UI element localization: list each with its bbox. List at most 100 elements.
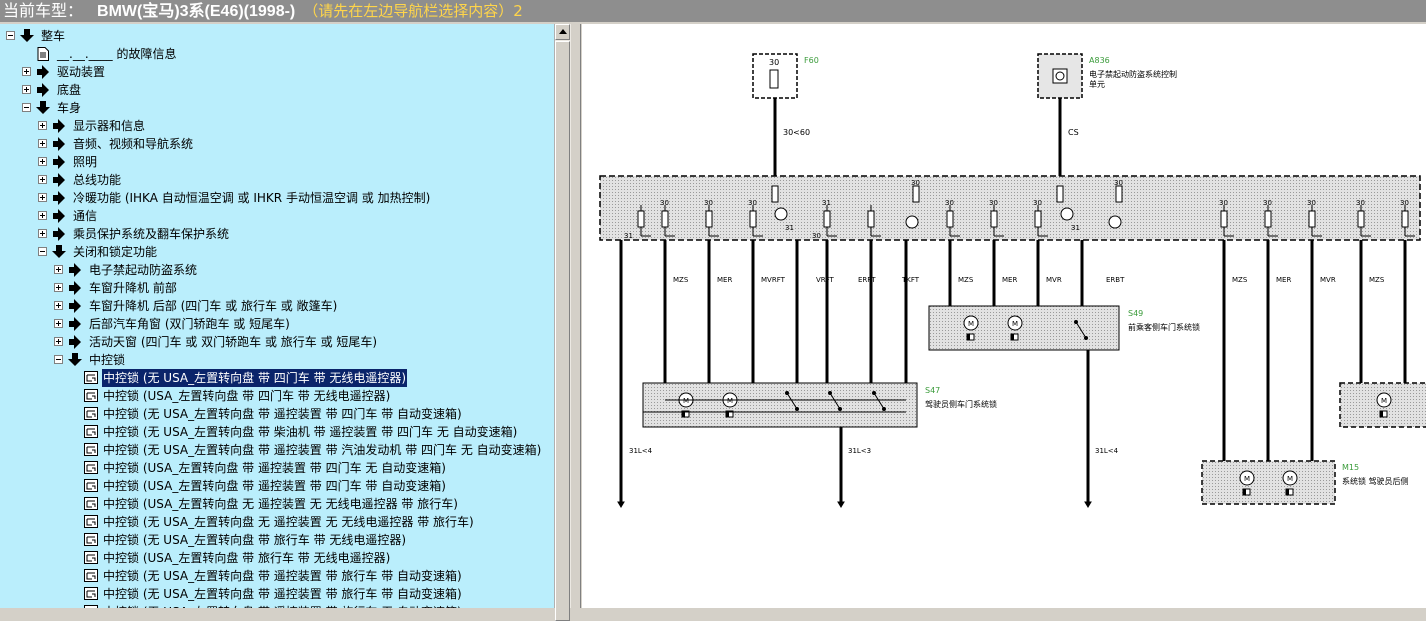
tree-node-label[interactable]: 显示器和信息 (72, 117, 146, 135)
tree-node[interactable]: 总线功能 (0, 171, 554, 189)
wiring-diagram-view[interactable]: 30 F60 A836 电子禁起动防盗系统控制 单元 30<60 CS 31 30… (582, 24, 1426, 608)
expand-icon[interactable] (38, 193, 47, 202)
expand-icon[interactable] (38, 139, 47, 148)
navigation-tree[interactable]: 整车 __.__.____ 的故障信息 驱动装置 底盘 车身 显示器和信息 音频、视频和导航… (0, 24, 554, 608)
collapse-icon[interactable] (54, 355, 63, 364)
expand-icon[interactable] (54, 301, 63, 310)
tree-node-label[interactable]: 中控锁 (无 USA_左置转向盘 带 遥控装置 带 汽油发动机 带 四门车 无 … (102, 441, 542, 459)
tree-node-label[interactable]: __.__.____ 的故障信息 (56, 45, 177, 63)
expand-icon[interactable] (22, 85, 31, 94)
tree-node-label[interactable]: 中控锁 (无 USA_左置转向盘 带 旅行车 带 无线电遥控器) (102, 531, 407, 549)
tree-node[interactable]: 中控锁 (USA_左置转向盘 带 旅行车 带 无线电遥控器) (0, 549, 554, 567)
tree-node-label[interactable]: 中控锁 (88, 351, 126, 369)
tree-node[interactable]: 中控锁 (USA_左置转向盘 无 遥控装置 无 无线电遥控器 带 旅行车) (0, 495, 554, 513)
tree-node[interactable]: 中控锁 (无 USA_左置转向盘 带 遥控装置 带 旅行车 无 自动变速箱) (0, 603, 554, 608)
tree-node[interactable]: 乘员保护系统及翻车保护系统 (0, 225, 554, 243)
tree-node[interactable]: 中控锁 (无 USA_左置转向盘 带 遥控装置 带 汽油发动机 带 四门车 无 … (0, 441, 554, 459)
tree-node-label[interactable]: 通信 (72, 207, 98, 225)
expand-icon[interactable] (54, 283, 63, 292)
tree-node-label[interactable]: 乘员保护系统及翻车保护系统 (72, 225, 230, 243)
tree-node-label[interactable]: 中控锁 (无 USA_左置转向盘 带 柴油机 带 遥控装置 带 四门车 无 自动… (102, 423, 518, 441)
tree-node-label[interactable]: 中控锁 (无 USA_左置转向盘 带 遥控装置 带 旅行车 无 自动变速箱) (102, 603, 463, 608)
tree-node-label[interactable]: 总线功能 (72, 171, 122, 189)
tree-node[interactable]: 中控锁 (USA_左置转向盘 带 遥控装置 带 四门车 无 自动变速箱) (0, 459, 554, 477)
scroll-up-button[interactable] (555, 24, 570, 40)
tree-node[interactable]: 关闭和锁定功能 (0, 243, 554, 261)
tree-node[interactable]: 显示器和信息 (0, 117, 554, 135)
expand-icon[interactable] (54, 319, 63, 328)
motor-label: M (1244, 475, 1250, 483)
wire-label: MER (717, 276, 732, 284)
expand-icon[interactable] (38, 175, 47, 184)
wiring-diagram: 30 F60 A836 电子禁起动防盗系统控制 单元 30<60 CS 31 30… (599, 53, 1426, 508)
document-icon (37, 47, 49, 61)
tree-node[interactable]: 中控锁 (USA_左置转向盘 带 遥控装置 带 四门车 带 自动变速箱) (0, 477, 554, 495)
tree-node[interactable]: 照明 (0, 153, 554, 171)
arrow-right-icon (53, 173, 65, 187)
splitter[interactable] (571, 24, 581, 608)
expand-icon[interactable] (38, 121, 47, 130)
tree-node[interactable]: 车身 (0, 99, 554, 117)
tree-node-label[interactable]: 驱动装置 (56, 63, 106, 81)
tree-node[interactable]: __.__.____ 的故障信息 (0, 45, 554, 63)
tree-node-label[interactable]: 车身 (56, 99, 82, 117)
tree-node-label[interactable]: 关闭和锁定功能 (72, 243, 158, 261)
scroll-thumb[interactable] (555, 41, 570, 621)
tree-node[interactable]: 车窗升降机 后部 (四门车 或 旅行车 或 敞篷车) (0, 297, 554, 315)
arrow-down-icon (52, 245, 66, 258)
tree-node-label[interactable]: 电子禁起动防盗系统 (88, 261, 198, 279)
collapse-icon[interactable] (6, 31, 15, 40)
tree-node[interactable]: 中控锁 (无 USA_左置转向盘 带 旅行车 带 无线电遥控器) (0, 531, 554, 549)
tree-node-label[interactable]: 中控锁 (无 USA_左置转向盘 无 遥控装置 无 无线电遥控器 带 旅行车) (102, 513, 475, 531)
tree-node-label[interactable]: 音频、视频和导航系统 (72, 135, 194, 153)
tree-node-label[interactable]: 中控锁 (无 USA_左置转向盘 带 遥控装置 带 旅行车 带 自动变速箱) (102, 567, 463, 585)
expand-icon[interactable] (54, 265, 63, 274)
tree-node-label[interactable]: 中控锁 (无 USA_左置转向盘 带 遥控装置 带 四门车 带 自动变速箱) (102, 405, 463, 423)
tree-node[interactable]: 音频、视频和导航系统 (0, 135, 554, 153)
expand-icon[interactable] (22, 67, 31, 76)
tree-node[interactable]: 中控锁 (USA_左置转向盘 带 四门车 带 无线电遥控器) (0, 387, 554, 405)
tree-node[interactable]: 冷暖功能 (IHKA 自动恒温空调 或 IHKR 手动恒温空调 或 加热控制) (0, 189, 554, 207)
tree-node[interactable]: 中控锁 (无 USA_左置转向盘 带 遥控装置 带 旅行车 带 自动变速箱) (0, 585, 554, 603)
motor-label: M (683, 397, 689, 405)
tree-vertical-scrollbar[interactable] (554, 24, 571, 621)
tree-node[interactable]: 中控锁 (无 USA_左置转向盘 带 四门车 带 无线电遥控器) (0, 369, 554, 387)
tree-node-label[interactable]: 中控锁 (USA_左置转向盘 带 遥控装置 带 四门车 无 自动变速箱) (102, 459, 447, 477)
tree-node-label[interactable]: 照明 (72, 153, 98, 171)
tree-node-label[interactable]: 中控锁 (USA_左置转向盘 带 旅行车 带 无线电遥控器) (102, 549, 391, 567)
motor-label: M (1012, 320, 1018, 328)
collapse-icon[interactable] (38, 247, 47, 256)
tree-node-label[interactable]: 整车 (40, 27, 66, 45)
tree-node[interactable]: 驱动装置 (0, 63, 554, 81)
tree-node[interactable]: 通信 (0, 207, 554, 225)
tree-node[interactable]: 中控锁 (无 USA_左置转向盘 带 遥控装置 带 四门车 带 自动变速箱) (0, 405, 554, 423)
tree-node-label[interactable]: 底盘 (56, 81, 82, 99)
tree-node[interactable]: 后部汽车角窗 (双门轿跑车 或 短尾车) (0, 315, 554, 333)
expand-icon[interactable] (38, 229, 47, 238)
tree-node-label[interactable]: 中控锁 (无 USA_左置转向盘 带 四门车 带 无线电遥控器) (102, 369, 408, 387)
tree-node-label[interactable]: 中控锁 (USA_左置转向盘 无 遥控装置 无 无线电遥控器 带 旅行车) (102, 495, 459, 513)
ground-label-2: 31L<3 (848, 447, 871, 455)
tree-node-label[interactable]: 后部汽车角窗 (双门轿跑车 或 短尾车) (88, 315, 291, 333)
tree-node[interactable]: 整车 (0, 27, 554, 45)
tree-node[interactable]: 电子禁起动防盗系统 (0, 261, 554, 279)
tree-node-label[interactable]: 车窗升降机 后部 (四门车 或 旅行车 或 敞篷车) (88, 297, 338, 315)
tree-node[interactable]: 车窗升降机 前部 (0, 279, 554, 297)
expand-icon[interactable] (54, 337, 63, 346)
tree-node[interactable]: 中控锁 (无 USA_左置转向盘 带 遥控装置 带 旅行车 带 自动变速箱) (0, 567, 554, 585)
tree-node[interactable]: 活动天窗 (四门车 或 双门轿跑车 或 旅行车 或 短尾车) (0, 333, 554, 351)
tree-node[interactable]: 中控锁 (无 USA_左置转向盘 无 遥控装置 无 无线电遥控器 带 旅行车) (0, 513, 554, 531)
tree-node-label[interactable]: 中控锁 (USA_左置转向盘 带 遥控装置 带 四门车 带 自动变速箱) (102, 477, 447, 495)
tree-node-label[interactable]: 车窗升降机 前部 (88, 279, 178, 297)
expand-icon[interactable] (38, 211, 47, 220)
tree-node-label[interactable]: 活动天窗 (四门车 或 双门轿跑车 或 旅行车 或 短尾车) (88, 333, 378, 351)
tree-node[interactable]: 中控锁 (0, 351, 554, 369)
tree-node-label[interactable]: 中控锁 (USA_左置转向盘 带 四门车 带 无线电遥控器) (102, 387, 391, 405)
tree-node[interactable]: 底盘 (0, 81, 554, 99)
tree-node[interactable]: 中控锁 (无 USA_左置转向盘 带 柴油机 带 遥控装置 带 四门车 无 自动… (0, 423, 554, 441)
tree-node-label[interactable]: 冷暖功能 (IHKA 自动恒温空调 或 IHKR 手动恒温空调 或 加热控制) (72, 189, 431, 207)
ground-label-3: 31L<4 (1095, 447, 1119, 455)
collapse-icon[interactable] (22, 103, 31, 112)
expand-icon[interactable] (38, 157, 47, 166)
tree-node-label[interactable]: 中控锁 (无 USA_左置转向盘 带 遥控装置 带 旅行车 带 自动变速箱) (102, 585, 463, 603)
